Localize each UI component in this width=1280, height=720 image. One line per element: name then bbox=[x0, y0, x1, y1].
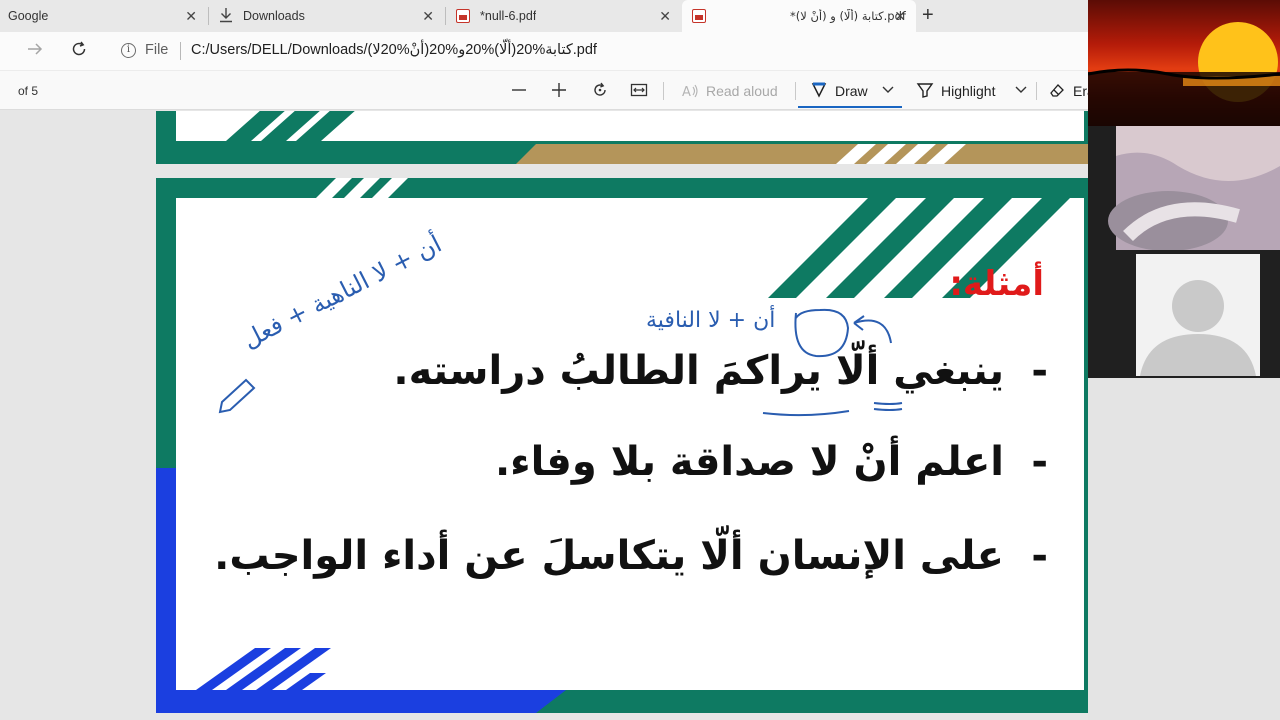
highlight-button[interactable]: Highlight bbox=[941, 83, 995, 99]
pdf-toolbar: of 5 A Read aloud Draw Highlight Era bbox=[0, 70, 1095, 110]
info-icon[interactable]: i bbox=[121, 43, 136, 58]
close-icon[interactable]: ✕ bbox=[422, 8, 434, 24]
chevron-down-icon[interactable] bbox=[1014, 80, 1028, 106]
previous-page bbox=[156, 111, 1088, 164]
page-count: of 5 bbox=[18, 84, 39, 98]
example-sentence-1: - ينبغي ألّا يراكمَ الطالبُ دراسته. bbox=[393, 348, 1048, 394]
rotate-icon[interactable] bbox=[591, 80, 609, 106]
toolbar-separator bbox=[795, 82, 796, 100]
read-aloud-button[interactable]: Read aloud bbox=[706, 83, 778, 99]
highlight-icon bbox=[916, 80, 934, 106]
fit-page-icon[interactable] bbox=[630, 80, 648, 106]
examples-heading: أمثلة: bbox=[949, 264, 1044, 304]
example-sentence-3: - على الإنسان ألّا يتكاسلَ عن أداء الواج… bbox=[214, 533, 1048, 579]
eraser-icon bbox=[1048, 80, 1066, 106]
svg-text:A: A bbox=[682, 85, 691, 100]
zoom-in-button[interactable] bbox=[551, 80, 567, 106]
tab-title: Google bbox=[8, 9, 49, 23]
bullet: - bbox=[1031, 439, 1048, 485]
tab-title: *كتابة (ألّا) و (أنْ لا).pdf bbox=[790, 9, 906, 23]
pdf-icon bbox=[692, 9, 706, 23]
tab-null-6-pdf[interactable]: *null-6.pdf ✕ bbox=[446, 0, 681, 32]
screen: Google ✕ Downloads ✕ *null-6.pdf ✕ *كتاب… bbox=[0, 0, 1280, 720]
address-bar: i File C:/Users/DELL/Downloads/كتابة%20(… bbox=[0, 32, 1088, 70]
tab-downloads[interactable]: Downloads ✕ bbox=[209, 0, 444, 32]
chevron-down-icon[interactable] bbox=[881, 80, 895, 106]
download-icon bbox=[219, 7, 233, 26]
draw-active-indicator bbox=[798, 106, 902, 108]
zoom-out-button[interactable] bbox=[511, 80, 527, 106]
draw-icon bbox=[811, 80, 827, 106]
close-icon[interactable]: ✕ bbox=[894, 8, 906, 24]
video-participants-panel bbox=[1088, 0, 1280, 720]
tab-title: Downloads bbox=[243, 9, 305, 23]
file-label: File bbox=[145, 42, 169, 58]
sentence-text: اعلم أنْ لا صداقة بلا وفاء. bbox=[494, 439, 1004, 485]
forward-icon[interactable] bbox=[26, 40, 44, 63]
tab-google[interactable]: Google ✕ bbox=[0, 0, 207, 32]
current-page: أمثلة: - ينبغي ألّا يراكمَ الطالبُ دراست… bbox=[156, 178, 1088, 713]
close-icon[interactable]: ✕ bbox=[185, 8, 197, 24]
tab-active-pdf[interactable]: *كتابة (ألّا) و (أنْ لا).pdf ✕ bbox=[682, 0, 916, 32]
tab-strip: Google ✕ Downloads ✕ *null-6.pdf ✕ *كتاب… bbox=[0, 0, 1088, 32]
new-tab-button[interactable]: + bbox=[922, 4, 934, 26]
toolbar-separator bbox=[663, 82, 664, 100]
bullet: - bbox=[1031, 348, 1048, 394]
sentence-text: ينبغي ألّا يراكمَ الطالبُ دراسته. bbox=[393, 348, 1004, 394]
read-aloud-icon: A bbox=[682, 82, 700, 106]
bullet: - bbox=[1031, 533, 1048, 579]
video-tile-sunset[interactable] bbox=[1088, 0, 1280, 126]
toolbar-separator bbox=[1036, 82, 1037, 100]
close-icon[interactable]: ✕ bbox=[659, 8, 671, 24]
handwritten-note-top: أن + لا النافية bbox=[646, 308, 776, 333]
sentence-text: على الإنسان ألّا يتكاسلَ عن أداء الواجب. bbox=[214, 533, 1004, 579]
draw-button[interactable]: Draw bbox=[835, 83, 868, 99]
url-field[interactable]: C:/Users/DELL/Downloads/كتابة%20(ألّا)%2… bbox=[191, 42, 597, 58]
address-separator bbox=[180, 42, 181, 60]
video-tile-avatar[interactable] bbox=[1088, 250, 1280, 378]
pdf-icon bbox=[456, 9, 470, 23]
tab-title: *null-6.pdf bbox=[480, 9, 537, 23]
refresh-icon[interactable] bbox=[70, 40, 88, 63]
pdf-viewport[interactable]: أمثلة: - ينبغي ألّا يراكمَ الطالبُ دراست… bbox=[0, 111, 1088, 720]
video-tile-participant[interactable] bbox=[1088, 126, 1280, 250]
example-sentence-2: - اعلم أنْ لا صداقة بلا وفاء. bbox=[494, 439, 1048, 485]
